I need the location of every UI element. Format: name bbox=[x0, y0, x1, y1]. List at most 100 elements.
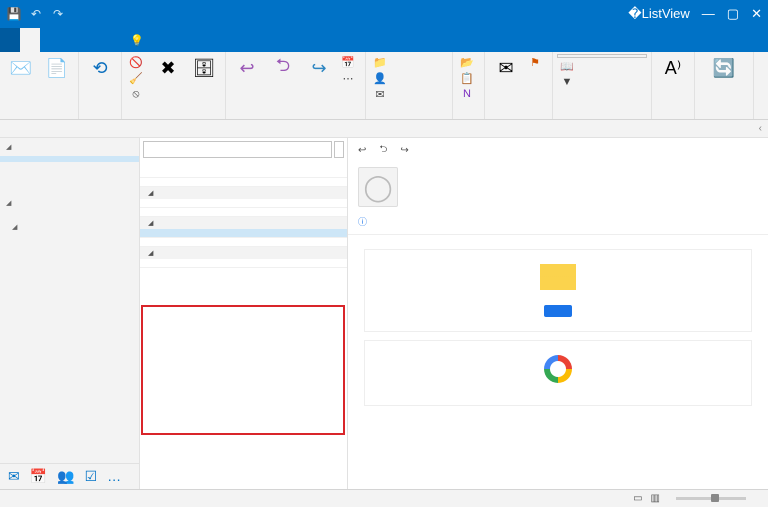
search-scope-dropdown[interactable] bbox=[334, 141, 344, 158]
sendrecv-icon: 🔄 bbox=[712, 56, 736, 80]
group-delete bbox=[126, 116, 221, 119]
tomanager-button[interactable]: 👤 bbox=[370, 70, 448, 86]
reply-all-link[interactable]: ⮌ bbox=[379, 142, 390, 159]
close-icon[interactable]: ✕ bbox=[751, 6, 762, 22]
info-bar[interactable]: ⓘ bbox=[348, 213, 768, 235]
forward-link[interactable]: ↪ bbox=[400, 142, 411, 159]
tab-file[interactable] bbox=[0, 28, 20, 52]
group-teamviewer bbox=[83, 116, 117, 119]
view-normal-icon[interactable]: ▭ bbox=[633, 493, 642, 504]
cleanup-button[interactable]: 🧹 bbox=[126, 70, 149, 86]
nav-gmail2[interactable] bbox=[0, 218, 139, 236]
junk-icon: ⦸ bbox=[129, 87, 143, 101]
move-icon: 📂 bbox=[460, 55, 474, 69]
message-row[interactable] bbox=[140, 238, 347, 247]
tab-send-receive[interactable] bbox=[40, 28, 60, 52]
unread-button[interactable]: ✉ bbox=[489, 54, 523, 83]
account-header[interactable] bbox=[0, 138, 139, 156]
message-row[interactable] bbox=[140, 178, 347, 187]
highlight-annotation bbox=[141, 305, 345, 435]
more-respond-button[interactable]: ⋯ bbox=[338, 70, 361, 86]
mail-icon: ✉️ bbox=[9, 56, 33, 80]
forward-icon: ↪ bbox=[307, 56, 331, 80]
collapse-icon[interactable]: ‹ bbox=[759, 123, 762, 134]
delete-button[interactable]: ✖ bbox=[151, 54, 185, 83]
archive-button[interactable]: 🗄 bbox=[187, 54, 221, 83]
calendar-view-icon[interactable]: 📅 bbox=[30, 468, 47, 485]
filter-email-button[interactable]: ▼ bbox=[557, 74, 647, 90]
followup-button[interactable]: ⚑ bbox=[525, 54, 548, 70]
ignore-button[interactable]: 🚫 bbox=[126, 54, 149, 70]
group-respond bbox=[230, 116, 361, 119]
message-row-selected[interactable] bbox=[140, 229, 347, 238]
quicksave-icon[interactable]: 💾 bbox=[6, 6, 22, 22]
message-row[interactable] bbox=[140, 259, 347, 268]
message-row[interactable] bbox=[140, 199, 347, 208]
tab-view[interactable] bbox=[80, 28, 100, 52]
new-meeting-button[interactable]: ⟲ bbox=[83, 54, 117, 83]
zoom-slider[interactable] bbox=[676, 497, 746, 500]
maximize-icon[interactable]: ▢ bbox=[727, 6, 739, 22]
new-items-button[interactable]: 📄 bbox=[40, 54, 74, 83]
redo-icon[interactable]: ↷ bbox=[50, 6, 66, 22]
move-button[interactable]: 📂 bbox=[457, 54, 480, 70]
group-speech bbox=[656, 116, 690, 119]
reply-button[interactable]: ↩ bbox=[230, 54, 264, 83]
keep-me-updated-button[interactable] bbox=[544, 305, 572, 317]
tab-folder[interactable] bbox=[60, 28, 80, 52]
message-row[interactable] bbox=[140, 169, 347, 178]
loop-card bbox=[364, 249, 752, 332]
day-header-wed[interactable] bbox=[140, 187, 347, 199]
forward-button[interactable]: ↪ bbox=[302, 54, 336, 83]
minimize-icon[interactable]: — bbox=[702, 6, 715, 22]
team-icon: ✉ bbox=[373, 87, 387, 101]
more-views-icon[interactable]: … bbox=[107, 468, 121, 485]
junk-button[interactable]: ⦸ bbox=[126, 86, 149, 102]
undo-icon[interactable]: ↶ bbox=[28, 6, 44, 22]
favorites-bar[interactable]: ‹ bbox=[0, 120, 768, 138]
read-aloud-button[interactable]: A⁾ bbox=[656, 54, 690, 83]
reply-icon: ↩ bbox=[235, 56, 259, 80]
day-header-mon[interactable] bbox=[140, 247, 347, 259]
send-receive-all-button[interactable]: 🔄 bbox=[699, 54, 749, 83]
mail-view-icon[interactable]: ✉ bbox=[8, 468, 20, 485]
folder-nav: ✉ 📅 👥 ☑ … bbox=[0, 138, 140, 489]
more-icon: ⋯ bbox=[341, 71, 355, 85]
day-header-tue[interactable] bbox=[140, 217, 347, 229]
tab-home[interactable] bbox=[20, 28, 40, 52]
new-email-button[interactable]: ✉️ bbox=[4, 54, 38, 83]
people-view-icon[interactable]: 👥 bbox=[57, 468, 74, 485]
search-mailbox-input[interactable] bbox=[143, 141, 332, 158]
reply-link[interactable]: ↩ bbox=[358, 142, 369, 159]
moveto-button[interactable]: 📁 bbox=[370, 54, 448, 70]
group-new bbox=[4, 116, 74, 119]
meeting-icon: 📅 bbox=[341, 55, 355, 69]
rules-button[interactable]: 📋 bbox=[457, 70, 480, 86]
delete-icon: ✖ bbox=[156, 56, 180, 80]
onenote-button[interactable]: N bbox=[457, 86, 480, 102]
info-icon: ⓘ bbox=[358, 215, 367, 228]
datafile-header[interactable] bbox=[0, 194, 139, 212]
speech-icon: A⁾ bbox=[661, 56, 685, 80]
gapps-card bbox=[364, 340, 752, 406]
view-reading-icon[interactable]: ▥ bbox=[651, 493, 660, 504]
tasks-view-icon[interactable]: ☑ bbox=[85, 468, 98, 485]
status-bar: ▭ ▥ bbox=[0, 489, 768, 507]
teamemail-button[interactable]: ✉ bbox=[370, 86, 448, 102]
message-row[interactable] bbox=[140, 208, 347, 217]
reply-all-icon: ⮌ bbox=[379, 142, 387, 159]
address-book-button[interactable]: 📖 bbox=[557, 58, 647, 74]
reply-icon: ↩ bbox=[358, 145, 366, 156]
reply-all-button[interactable]: ⮌ bbox=[266, 54, 300, 83]
archive-icon: 🗄 bbox=[192, 56, 216, 80]
google-logo-icon bbox=[544, 355, 572, 383]
tab-help[interactable] bbox=[100, 28, 120, 52]
ribbon-options-icon[interactable]: �ListView bbox=[628, 6, 690, 22]
nav-search-folders2[interactable] bbox=[0, 272, 139, 278]
filter-icon: ▼ bbox=[560, 75, 574, 89]
group-move bbox=[457, 116, 480, 119]
ribbon-tabs: 💡 bbox=[0, 28, 768, 52]
meeting-button[interactable]: 📅 bbox=[338, 54, 361, 70]
unread-icon: ✉ bbox=[494, 56, 518, 80]
tell-me-search[interactable]: 💡 bbox=[120, 28, 160, 52]
